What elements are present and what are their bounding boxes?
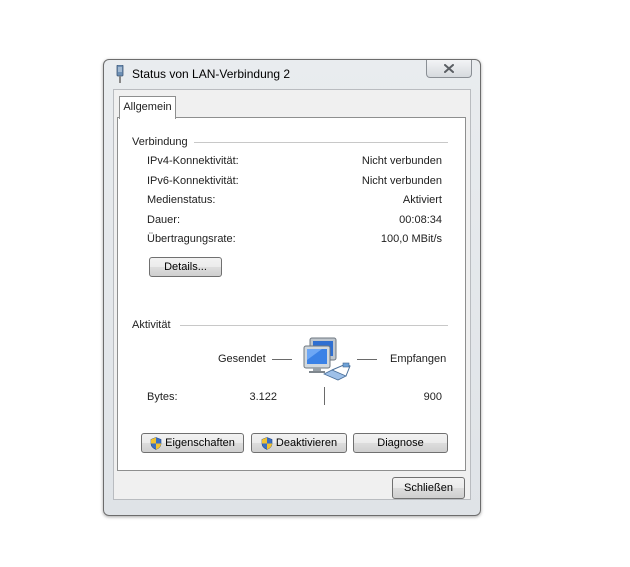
bytes-label: Bytes:: [147, 391, 178, 403]
duration-label: Dauer:: [147, 214, 181, 226]
received-label: Empfangen: [390, 353, 447, 365]
activity-center-bar: [324, 387, 325, 405]
sent-label: Gesendet: [218, 353, 266, 365]
ipv6-label: IPv6-Konnektivität:: [147, 175, 239, 187]
transfer-rate-label: Übertragungsrate:: [147, 233, 236, 245]
activity-group-label: Aktivität: [132, 319, 171, 331]
properties-button[interactable]: Eigenschaften: [141, 433, 244, 453]
transfer-rate-value: 100,0 MBit/s: [380, 233, 442, 245]
details-button[interactable]: Details...: [149, 257, 222, 277]
media-status-value: Aktiviert: [402, 194, 442, 206]
diagnose-button[interactable]: Diagnose: [353, 433, 448, 453]
ipv4-value: Nicht verbunden: [361, 155, 442, 167]
bytes-received-value: 900: [423, 391, 442, 403]
uac-shield-icon: [150, 436, 162, 450]
status-dialog: Status von LAN-Verbindung 2 Allgemein Ve…: [103, 59, 481, 516]
received-divider: [357, 359, 377, 360]
ipv4-label: IPv4-Konnektivität:: [147, 155, 239, 167]
duration-value: 00:08:34: [399, 214, 442, 226]
close-window-button[interactable]: [426, 60, 472, 78]
tab-panel-allgemein: Verbindung IPv4-Konnektivität: Nicht ver…: [117, 117, 466, 471]
close-icon: [444, 64, 454, 73]
sent-divider: [272, 359, 292, 360]
properties-button-label: Eigenschaften: [165, 437, 235, 449]
deactivate-button[interactable]: Deaktivieren: [251, 433, 347, 453]
close-button[interactable]: Schließen: [392, 477, 465, 499]
network-adapter-icon: [114, 64, 126, 83]
connection-group-label: Verbindung: [132, 136, 188, 148]
tab-allgemein[interactable]: Allgemein: [119, 96, 176, 119]
uac-shield-icon: [261, 436, 273, 450]
title-bar[interactable]: Status von LAN-Verbindung 2: [104, 60, 480, 88]
connection-group-divider: [194, 142, 448, 143]
activity-group-divider: [180, 325, 448, 326]
window-title: Status von LAN-Verbindung 2: [132, 67, 291, 81]
deactivate-button-label: Deaktivieren: [275, 437, 338, 449]
network-computers-icon: [302, 336, 352, 387]
bytes-sent-value: 3.122: [249, 391, 277, 403]
ipv6-value: Nicht verbunden: [361, 175, 442, 187]
media-status-label: Medienstatus:: [147, 194, 216, 206]
